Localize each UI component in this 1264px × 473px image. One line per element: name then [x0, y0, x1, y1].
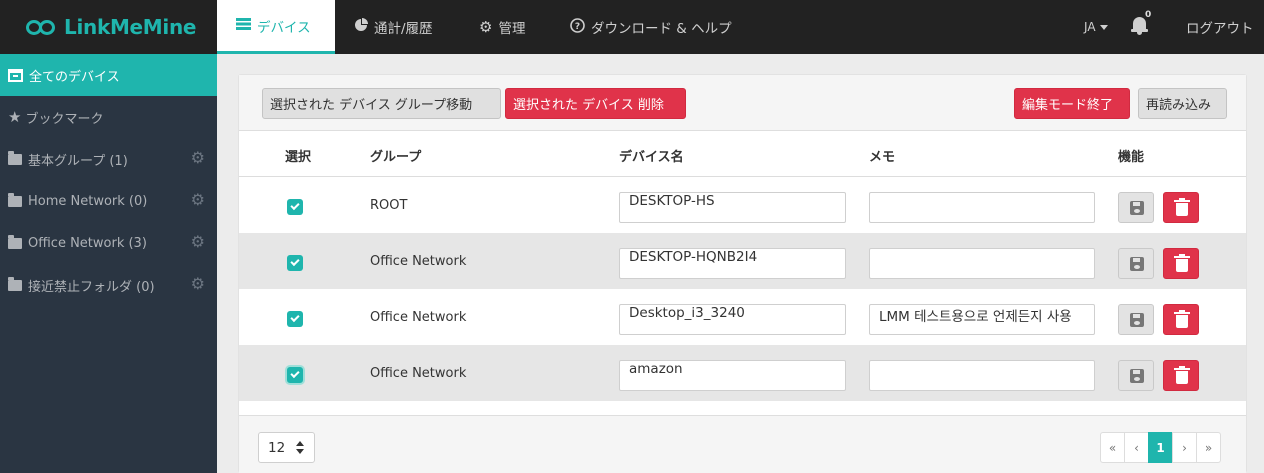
- page-next-button[interactable]: ›: [1172, 432, 1197, 463]
- move-to-group-button[interactable]: 選択された デバイス グループ移動: [262, 88, 501, 119]
- folder-icon: [8, 192, 22, 207]
- per-page-select[interactable]: 12: [258, 432, 315, 463]
- tab-download-help[interactable]: ? ダウンロード & ヘルプ: [570, 0, 732, 54]
- folder-icon: [8, 234, 22, 249]
- server-icon: [236, 17, 251, 34]
- sidebar-item-office-network[interactable]: Office Network (3) ⚙: [0, 222, 217, 264]
- sidebar-item-label: Home Network (0): [28, 193, 148, 209]
- device-name-input[interactable]: amazon: [619, 360, 846, 391]
- table-footer: 12 « ‹ 1 › »: [239, 415, 1246, 473]
- language-selector[interactable]: JA: [1084, 0, 1108, 54]
- trash-icon[interactable]: [1163, 360, 1199, 391]
- star-icon: ★: [8, 108, 22, 126]
- device-name-input[interactable]: Desktop_i3_3240: [619, 304, 846, 335]
- header-memo: メモ: [869, 150, 896, 165]
- save-icon[interactable]: [1118, 304, 1154, 335]
- page-last-button[interactable]: »: [1196, 432, 1221, 463]
- device-name-input[interactable]: DESKTOP-HS: [619, 192, 846, 223]
- infinity-logo-icon: [26, 18, 62, 36]
- gear-icon[interactable]: ⚙: [191, 192, 205, 208]
- page-first-button[interactable]: «: [1100, 432, 1125, 463]
- tab-manage[interactable]: ⚙ 管理: [479, 0, 525, 54]
- header-select: 選択: [285, 150, 312, 165]
- tab-devices[interactable]: デバイス: [217, 0, 335, 54]
- inbox-icon: [8, 68, 23, 82]
- tab-devices-label: デバイス: [257, 19, 311, 36]
- table-row: Office Network DESKTOP-HQNB2I4: [239, 233, 1246, 289]
- folder-icon: [8, 276, 22, 291]
- gear-icon[interactable]: ⚙: [191, 150, 205, 166]
- header-device-name: デバイス名: [619, 150, 684, 165]
- table-header: 選択 グループ デバイス名 メモ 機能: [239, 132, 1246, 177]
- sidebar-item-all-devices[interactable]: 全てのデバイス: [0, 54, 217, 96]
- save-icon[interactable]: [1118, 192, 1154, 223]
- top-navbar: LinkMeMine デバイス 通計/履歴 ⚙ 管理 ? ダウンロード & ヘル…: [0, 0, 1264, 54]
- sidebar-item-label: 接近禁止フォルダ (0): [28, 279, 155, 295]
- page-prev-button[interactable]: ‹: [1124, 432, 1149, 463]
- svg-text:?: ?: [575, 22, 580, 32]
- pagination: « ‹ 1 › »: [1100, 432, 1221, 463]
- edit-toolbar: 選択された デバイス グループ移動 選択された デバイス 削除 編集モード終了 …: [239, 75, 1246, 131]
- row-group: Office Network: [370, 366, 467, 381]
- pie-chart-icon: [354, 18, 368, 36]
- memo-input[interactable]: [869, 192, 1095, 223]
- notification-count: 0: [1145, 10, 1152, 20]
- device-name-input[interactable]: DESKTOP-HQNB2I4: [619, 248, 846, 279]
- tab-stats-history[interactable]: 通計/履歴: [354, 0, 433, 54]
- tab-stats-label: 通計/履歴: [374, 21, 433, 37]
- memo-input[interactable]: [869, 360, 1095, 391]
- sidebar-item-label: 基本グループ (1): [28, 153, 128, 169]
- row-checkbox[interactable]: [287, 367, 303, 383]
- per-page-value: 12: [268, 439, 286, 456]
- folder-icon: [8, 150, 22, 165]
- sidebar-item-basic-group[interactable]: 基本グループ (1) ⚙: [0, 138, 217, 180]
- save-icon[interactable]: [1118, 248, 1154, 279]
- sidebar-item-label: 全てのデバイス: [29, 69, 120, 85]
- row-checkbox[interactable]: [287, 255, 303, 271]
- table-row: Office Network Desktop_i3_3240 LMM 테스트용으…: [239, 289, 1246, 345]
- app-logo[interactable]: LinkMeMine: [0, 0, 217, 54]
- tab-help-label: ダウンロード & ヘルプ: [591, 21, 732, 37]
- row-group: Office Network: [370, 310, 467, 325]
- row-group: ROOT: [370, 198, 408, 213]
- delete-selected-button[interactable]: 選択された デバイス 削除: [505, 88, 686, 119]
- trash-icon[interactable]: [1163, 192, 1199, 223]
- header-function: 機能: [1118, 150, 1145, 165]
- row-checkbox[interactable]: [287, 199, 303, 215]
- memo-input[interactable]: LMM 테스트용으로 언제든지 사용: [869, 304, 1095, 335]
- gear-icon[interactable]: ⚙: [191, 234, 205, 250]
- reload-button[interactable]: 再読み込み: [1138, 88, 1227, 119]
- sidebar-item-label: ブックマーク: [25, 111, 104, 127]
- memo-input[interactable]: [869, 248, 1095, 279]
- question-circle-icon: ?: [570, 17, 585, 37]
- sidebar: 全てのデバイス ★ ブックマーク 基本グループ (1) ⚙ Home Netwo…: [0, 54, 217, 473]
- sidebar-item-restricted-folder[interactable]: 接近禁止フォルダ (0) ⚙: [0, 264, 217, 306]
- sort-arrows-icon: [296, 441, 304, 455]
- row-checkbox[interactable]: [287, 311, 303, 327]
- trash-icon[interactable]: [1163, 248, 1199, 279]
- sidebar-item-bookmarks[interactable]: ★ ブックマーク: [0, 96, 217, 138]
- header-group: グループ: [370, 150, 422, 165]
- logout-link[interactable]: ログアウト: [1186, 0, 1254, 54]
- gear-icon: ⚙: [479, 18, 493, 36]
- gear-icon[interactable]: ⚙: [191, 276, 205, 292]
- device-panel: 選択された デバイス グループ移動 選択された デバイス 削除 編集モード終了 …: [238, 74, 1247, 473]
- page-current-button[interactable]: 1: [1148, 432, 1173, 463]
- logo-text: LinkMeMine: [64, 15, 197, 39]
- save-icon[interactable]: [1118, 360, 1154, 391]
- trash-icon[interactable]: [1163, 304, 1199, 335]
- language-label: JA: [1084, 20, 1096, 34]
- exit-edit-mode-button[interactable]: 編集モード終了: [1014, 88, 1130, 119]
- table-row: ROOT DESKTOP-HS: [239, 177, 1246, 233]
- sidebar-item-label: Office Network (3): [28, 235, 147, 251]
- row-group: Office Network: [370, 254, 467, 269]
- caret-down-icon: [1099, 24, 1108, 30]
- table-row: Office Network amazon: [239, 345, 1246, 401]
- sidebar-item-home-network[interactable]: Home Network (0) ⚙: [0, 180, 217, 222]
- tab-manage-label: 管理: [498, 21, 526, 37]
